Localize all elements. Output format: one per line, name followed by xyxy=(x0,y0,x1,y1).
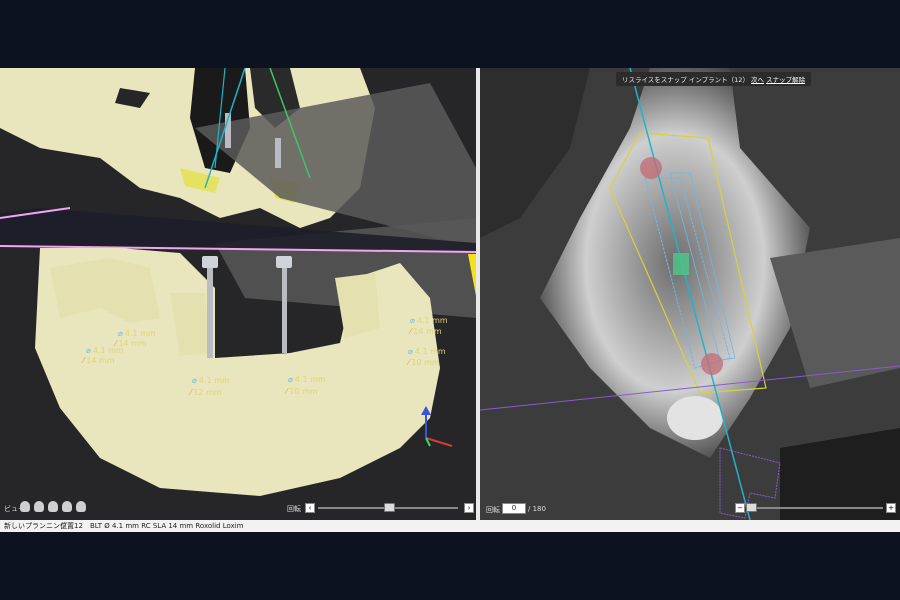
ct-cross-section-view[interactable]: リスライスをスナップ インプラント（12） 次へ スナップ解除 回転 0 / 1… xyxy=(480,68,900,520)
length-icon: ⁄ xyxy=(83,356,85,365)
implant-label-2-length[interactable]: ⁄ 14 mm xyxy=(83,356,115,365)
implant-label-3[interactable]: ⌀ 4.1 mm xyxy=(192,376,230,385)
skull-right-icon[interactable] xyxy=(48,501,58,512)
rotate-right-button[interactable]: › xyxy=(464,503,474,513)
snap-hint-text: リスライスをスナップ インプラント（12） xyxy=(622,76,749,84)
rotate-label-ct: 回転 xyxy=(486,506,500,514)
diameter-icon: ⌀ xyxy=(192,376,197,385)
position-value: 12 xyxy=(74,522,83,530)
implant-label-5-length[interactable]: ⁄ 14 mm xyxy=(410,327,442,336)
implant-label-4[interactable]: ⌀ 4.1 mm xyxy=(288,375,326,384)
ct-rotate-right-button[interactable]: + xyxy=(886,503,896,513)
length-icon: ⁄ xyxy=(190,388,192,397)
skull-front-icon[interactable] xyxy=(20,501,30,512)
status-bar: 新しいプランニング 位置 12 BLT Ø 4.1 mm RC SLA 14 m… xyxy=(0,520,900,532)
skull-left-icon[interactable] xyxy=(34,501,44,512)
rotate-value-field[interactable]: 0 xyxy=(502,503,526,514)
diameter-icon: ⌀ xyxy=(408,347,413,356)
project-name: 新しいプランニング xyxy=(4,522,67,530)
ct-rotate-left-button[interactable]: − xyxy=(735,503,745,513)
implant-label-5[interactable]: ⌀ 4.1 mm xyxy=(410,316,448,325)
diameter-icon: ⌀ xyxy=(410,316,415,325)
skull-bottom-icon[interactable] xyxy=(76,501,86,512)
implant-label-6[interactable]: ⌀ 4.1 mm xyxy=(408,347,446,356)
skull-top-icon[interactable] xyxy=(62,501,72,512)
implant-label-6-length[interactable]: ⁄ 10 mm xyxy=(408,358,440,367)
rotate-left-button[interactable]: ‹ xyxy=(305,503,315,513)
implant-label-2[interactable]: ⌀ 4.1 mm xyxy=(86,346,124,355)
diameter-icon: ⌀ xyxy=(86,346,91,355)
rotate-label-3d: 回転 xyxy=(287,505,301,513)
implant-label-4-length[interactable]: ⁄ 10 mm xyxy=(286,387,318,396)
length-icon: ⁄ xyxy=(408,358,410,367)
snap-release-link[interactable]: スナップ解除 xyxy=(766,76,805,84)
ct-scan-render xyxy=(480,68,900,520)
view-presets xyxy=(20,501,86,512)
position-label: 位置 xyxy=(60,522,74,530)
implant-spec: BLT Ø 4.1 mm RC SLA 14 mm Roxolid Loxim xyxy=(90,522,244,530)
rotate-slider-3d-handle[interactable] xyxy=(384,503,395,512)
length-icon: ⁄ xyxy=(410,327,412,336)
implant-label-1[interactable]: ⌀ 4.1 mm xyxy=(118,329,156,338)
implant-label-3-length[interactable]: ⁄ 12 mm xyxy=(190,388,222,397)
3d-jaw-render xyxy=(0,68,476,496)
diameter-icon: ⌀ xyxy=(288,375,293,384)
rotate-max-label: / 180 xyxy=(528,505,546,513)
rotate-slider-ct[interactable] xyxy=(748,507,883,509)
snap-next-link[interactable]: 次へ xyxy=(751,76,764,84)
planning-window: ⌀ 4.1 mm ⁄ 14 mm ⌀ 4.1 mm ⁄ 14 mm ⌀ 4.1 mm ⁄ 1… xyxy=(0,68,900,532)
snap-hint-banner: リスライスをスナップ インプラント（12） 次へ スナップ解除 xyxy=(616,72,812,86)
rotate-slider-ct-handle[interactable] xyxy=(746,503,757,512)
length-icon: ⁄ xyxy=(286,387,288,396)
diameter-icon: ⌀ xyxy=(118,329,123,338)
3d-viewport[interactable]: ⌀ 4.1 mm ⁄ 14 mm ⌀ 4.1 mm ⁄ 14 mm ⌀ 4.1 mm ⁄ 1… xyxy=(0,68,476,520)
